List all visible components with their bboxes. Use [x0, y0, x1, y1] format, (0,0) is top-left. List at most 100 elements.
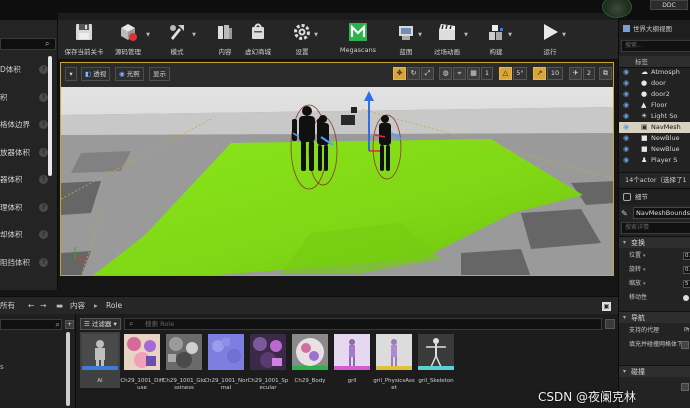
asset-tile-selected[interactable]: AI [80, 332, 120, 408]
viewport-options-button[interactable]: ▾ [65, 67, 77, 81]
modes-button[interactable]: 模式 ▼ [162, 22, 196, 58]
all-filter-label[interactable]: 所有 [0, 297, 15, 315]
outliner-search-input[interactable]: 搜索... [621, 40, 690, 52]
visibility-eye-icon[interactable]: ◉ [623, 135, 631, 142]
content-button[interactable]: 内容 [214, 22, 236, 58]
mobility-radio[interactable] [683, 295, 689, 301]
sources-scrollbar[interactable] [66, 332, 70, 406]
content-settings-icon[interactable]: ▣ [602, 302, 611, 311]
section-navigation[interactable]: 导航 [619, 311, 690, 324]
marketplace-button[interactable]: 虚幻商城 [242, 22, 274, 58]
volume-item[interactable]: D体积? [0, 56, 48, 84]
outliner-row[interactable]: ◉ ■ NewBlue [619, 144, 690, 155]
visibility-eye-icon[interactable]: ◉ [623, 113, 631, 120]
help-icon[interactable]: ? [39, 92, 48, 102]
help-icon[interactable]: ? [39, 230, 48, 239]
asset-search-input[interactable]: ⌕ 搜索 Role [124, 318, 615, 330]
volume-item[interactable]: 放器体积? [0, 139, 48, 167]
visibility-eye-icon[interactable]: ◉ [623, 124, 631, 131]
help-icon[interactable]: ? [39, 120, 48, 129]
help-icon[interactable]: ? [39, 175, 48, 184]
source-control-button[interactable]: 源码管理 ▼ [110, 22, 150, 58]
visibility-eye-icon[interactable]: ◉ [623, 69, 631, 76]
show-button[interactable]: 显示 [149, 67, 170, 81]
camera-speed-value[interactable]: 2 [583, 67, 595, 80]
rotation-value-field[interactable]: 0. [683, 266, 690, 274]
angle-snap-value[interactable]: 5° [513, 67, 527, 80]
play-button[interactable]: 运行 ▼ [538, 22, 566, 58]
outliner-row[interactable]: ◉ ● door2 [619, 89, 690, 100]
collision-checkbox[interactable] [681, 383, 689, 391]
visibility-eye-icon[interactable]: ◉ [623, 146, 631, 153]
help-icon[interactable]: ? [39, 65, 48, 74]
help-icon[interactable]: ? [39, 147, 48, 157]
modes-scrollbar[interactable] [48, 56, 52, 176]
scale-tool-icon[interactable]: ⤢ [421, 67, 434, 80]
actor-name-field[interactable]: NavMeshBounds [633, 207, 690, 219]
visibility-eye-icon[interactable]: ◉ [623, 91, 631, 98]
volume-item[interactable]: 积? [0, 84, 48, 112]
build-button[interactable]: 构建 ▼ [484, 22, 512, 58]
save-level-button[interactable]: 保存当前关卡 [62, 22, 106, 58]
forward-arrow-icon[interactable]: → [40, 297, 46, 315]
surface-snap-icon[interactable]: ⌖ [453, 67, 466, 80]
asset-tile[interactable]: Ch29_Body [292, 334, 328, 408]
outliner-row[interactable]: ◉ ▲ Floor [619, 100, 690, 111]
chevron-down-icon[interactable]: ▾ [643, 267, 646, 273]
cinematics-button[interactable]: 过场动画 ▼ [430, 22, 468, 58]
grid-snap-icon[interactable]: ▦ [467, 67, 480, 80]
details-search-input[interactable]: 搜索详情 [621, 222, 690, 234]
outliner-row[interactable]: ◉ ● door [619, 78, 690, 89]
volume-item[interactable]: 阻挡体积? [0, 249, 48, 277]
chevron-down-icon[interactable]: ▾ [643, 253, 646, 259]
sources-add-button[interactable]: + [65, 320, 74, 329]
asset-tile[interactable]: gril_Skeleton [418, 334, 454, 408]
blueprint-button[interactable]: 蓝图 ▼ [394, 22, 422, 58]
sources-search-input[interactable]: ⌕ [0, 319, 62, 330]
outliner-row[interactable]: ◉ ♟ Player S [619, 155, 690, 166]
viewport-scene[interactable] [61, 63, 614, 276]
asset-tile[interactable]: gril [334, 334, 370, 408]
rotate-tool-icon[interactable]: ↻ [407, 67, 420, 80]
visibility-eye-icon[interactable]: ◉ [623, 102, 631, 109]
angle-snap-icon[interactable]: △ [499, 67, 512, 80]
scale-snap-icon[interactable]: ↗ [533, 67, 546, 80]
breadcrumb-content[interactable]: 内容 [70, 297, 85, 315]
section-transform[interactable]: 变换 [619, 236, 690, 249]
asset-tile[interactable]: Ch29_1001_Normal [204, 334, 248, 408]
location-value-field[interactable]: 0. [683, 252, 690, 260]
perspective-button[interactable]: ◧ 透视 [81, 67, 111, 81]
supported-agents-value[interactable]: 所 [683, 327, 690, 335]
outliner-row[interactable]: ◉ ☁ Atmosph [619, 67, 690, 78]
modes-search-input[interactable]: ⌕ [0, 38, 56, 50]
breadcrumb-role[interactable]: Role [106, 297, 122, 315]
volume-item[interactable]: 却体积? [0, 221, 48, 249]
asset-tile[interactable]: Ch29_1001_Glossiness [163, 334, 205, 408]
megascans-button[interactable]: Megascans [338, 22, 378, 58]
save-search-icon[interactable] [605, 319, 615, 329]
back-arrow-icon[interactable]: ← [28, 297, 34, 315]
help-icon[interactable]: ? [39, 257, 48, 267]
filters-button[interactable]: ☰ 过滤器 ▾ [80, 318, 121, 330]
lit-mode-button[interactable]: ◉ 光照 [115, 67, 144, 81]
scale-snap-value[interactable]: 10 [547, 67, 563, 80]
outliner-row[interactable]: ◉ ☀ Light So [619, 111, 690, 122]
sources-item-fragment[interactable]: s [0, 363, 4, 371]
asset-tile[interactable]: gril_PhysicsAsset [373, 334, 415, 408]
fill-collision-checkbox[interactable] [681, 341, 689, 349]
translate-tool-icon[interactable]: ✥ [393, 67, 406, 80]
visibility-eye-icon[interactable]: ◉ [623, 80, 631, 87]
outliner-row[interactable]: ◉ ■ NewBlue [619, 133, 690, 144]
visibility-eye-icon[interactable]: ◉ [623, 157, 631, 164]
asset-tile[interactable]: Ch29_1001_Specular [248, 334, 288, 408]
volume-item[interactable]: 器体积? [0, 166, 48, 194]
asset-tile[interactable]: Ch29_1001_Diffuse [120, 334, 164, 408]
world-local-icon[interactable]: ◍ [439, 67, 452, 80]
section-collision[interactable]: 碰撞 [619, 365, 690, 378]
chevron-down-icon[interactable]: ▾ [643, 281, 646, 287]
level-viewport[interactable]: ▾ ◧ 透视 ◉ 光照 显示 ✥ ↻ ⤢ ◍ ⌖ ▦ 1 △ 5° ↗ 10 ✈… [60, 62, 614, 276]
outliner-row-selected[interactable]: ◉ ▣ NavMesh [619, 122, 690, 133]
grid-snap-value[interactable]: 1 [481, 67, 493, 80]
camera-speed-icon[interactable]: ✈ [569, 67, 582, 80]
maximize-viewport-icon[interactable]: ⧉ [599, 67, 612, 80]
